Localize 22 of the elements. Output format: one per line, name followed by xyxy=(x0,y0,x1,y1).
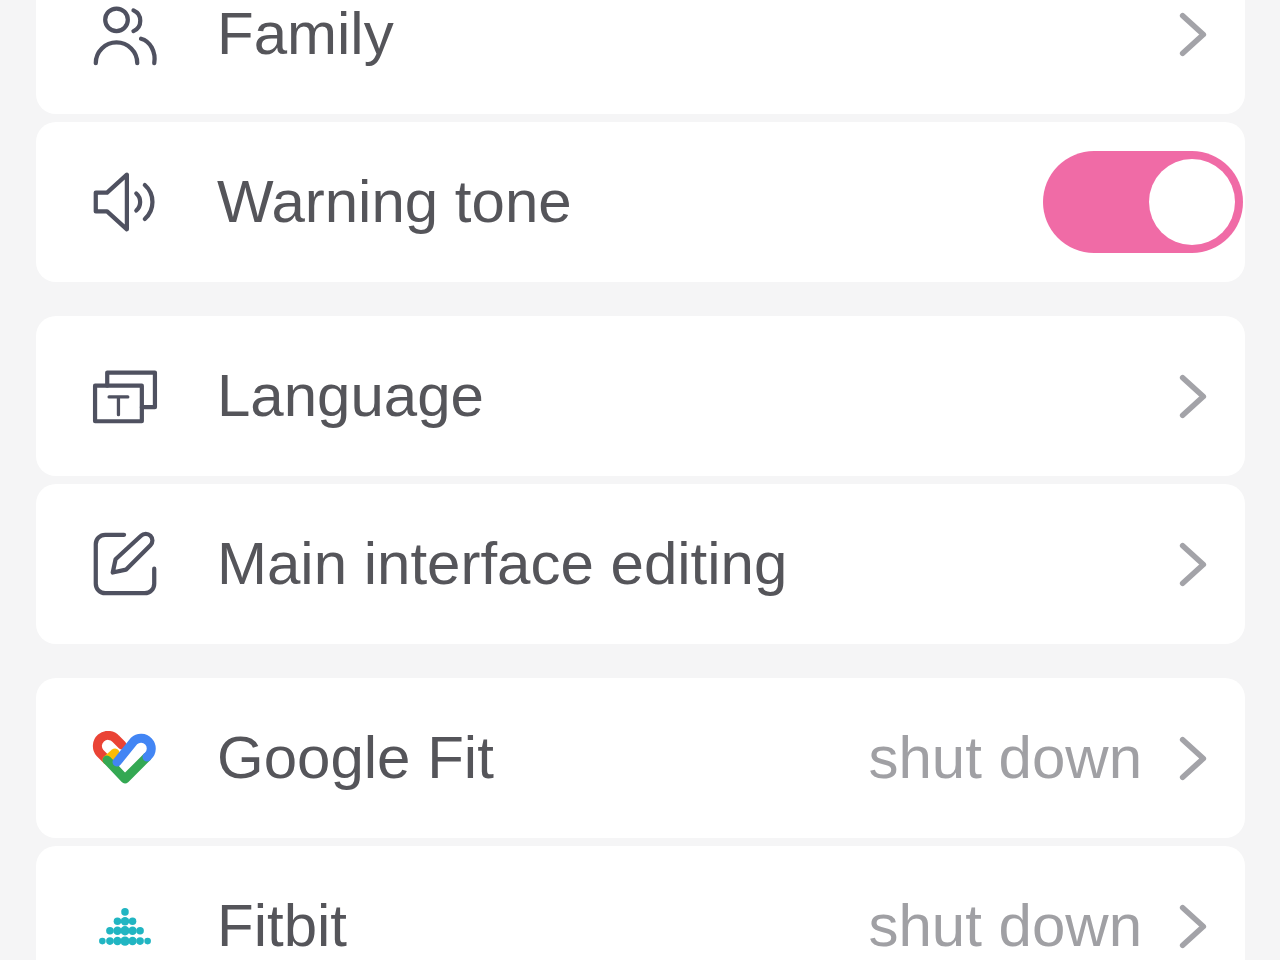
status-text: shut down xyxy=(868,728,1142,788)
settings-row[interactable]: Family xyxy=(36,0,1245,114)
row-label: Language xyxy=(217,366,484,426)
chevron-right-icon xyxy=(1178,734,1208,782)
settings-row[interactable]: Main interface editing xyxy=(36,484,1245,644)
chevron-right-icon xyxy=(1178,372,1208,420)
status-text: shut down xyxy=(868,896,1142,956)
chevron-right-icon xyxy=(1178,540,1208,588)
row-label: Main interface editing xyxy=(217,534,788,594)
settings-row[interactable]: Warning tone xyxy=(36,122,1245,282)
settings-row[interactable]: Google Fit shut down xyxy=(36,678,1245,838)
settings-row[interactable]: Fitbit shut down xyxy=(36,846,1245,960)
row-label: Fitbit xyxy=(217,896,348,956)
row-label: Family xyxy=(217,4,394,64)
chevron-right-icon xyxy=(1178,902,1208,950)
settings-row[interactable]: Language xyxy=(36,316,1245,476)
row-label: Warning tone xyxy=(217,172,572,232)
row-label: Google Fit xyxy=(217,728,494,788)
heart-icon xyxy=(92,731,158,785)
toggle-switch[interactable] xyxy=(1043,151,1243,253)
chevron-right-icon xyxy=(1178,10,1208,58)
edit-icon xyxy=(92,531,158,597)
